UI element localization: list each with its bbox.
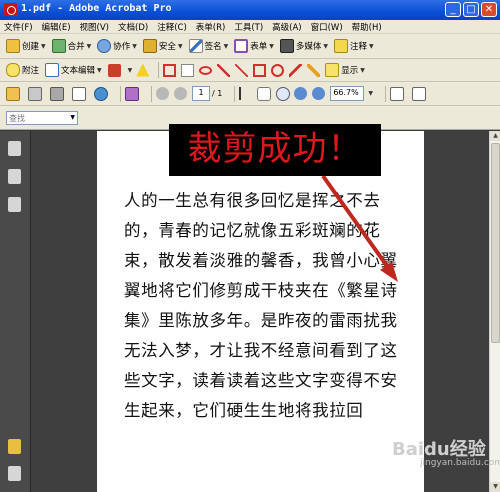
annotation-arrow <box>321 174 398 282</box>
scroll-thumb[interactable] <box>491 143 500 343</box>
vertical-scrollbar[interactable]: ▲ ▼ <box>489 131 500 492</box>
scroll-down-icon[interactable]: ▼ <box>490 482 500 492</box>
watermark-url: jingyan.baidu.com <box>420 458 500 468</box>
scroll-up-icon[interactable]: ▲ <box>490 131 500 141</box>
success-banner: 裁剪成功！ <box>169 124 381 176</box>
